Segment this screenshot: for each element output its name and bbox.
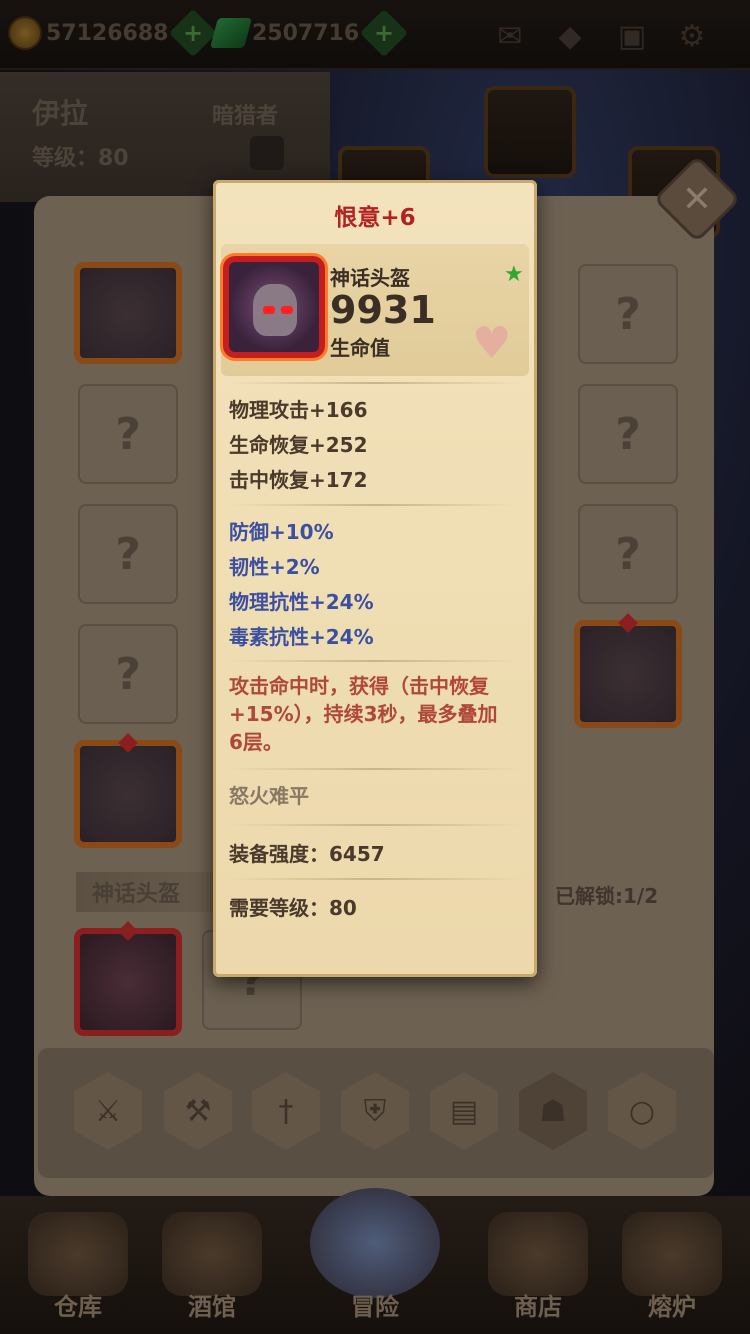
equipment-slot-iron-helmet[interactable] [74, 733, 182, 848]
divider [229, 768, 521, 770]
nav-warehouse[interactable]: 仓库 [18, 1212, 138, 1330]
empty-slot[interactable]: ? [78, 384, 178, 484]
mythic-helmet-icon [223, 256, 325, 358]
nav-label: 酒馆 [188, 1293, 236, 1321]
bonus-stat: 毒素抗性+24% [229, 625, 374, 649]
item-main-value: 9931 [330, 288, 436, 332]
effect-line: 攻击命中时，获得（击中恢复 [229, 674, 489, 698]
nav-label: 仓库 [54, 1293, 102, 1321]
divider [229, 382, 521, 384]
nav-adventure[interactable]: 冒险 [290, 1188, 460, 1334]
nav-label: 商店 [514, 1293, 562, 1321]
adventure-icon [310, 1188, 440, 1298]
eye-glow [281, 306, 293, 314]
tavern-icon [162, 1212, 262, 1296]
base-stat: 击中恢复+172 [229, 468, 368, 492]
shop-icon [488, 1212, 588, 1296]
heart-icon: ♥ [472, 318, 512, 369]
divider [229, 504, 521, 506]
item-effect: 攻击命中时，获得（击中恢复 +15%），持续3秒，最多叠加 6层。 [229, 672, 525, 756]
divider [229, 824, 521, 826]
effect-line: +15%），持续3秒，最多叠加 [229, 702, 498, 726]
bonus-stat: 物理抗性+24% [229, 590, 374, 614]
bonus-stat: 防御+10% [229, 520, 334, 544]
unlock-count: 已解锁:1/2 [555, 884, 659, 908]
item-flavor-text: 怒火难平 [229, 784, 309, 808]
nav-forge[interactable]: 熔炉 [612, 1212, 732, 1330]
equipment-slot-wizard-hat[interactable] [574, 613, 682, 728]
equipment-slot-horned-helmet[interactable] [74, 262, 182, 364]
star-icon: ★ [504, 262, 524, 287]
divider [229, 660, 521, 662]
nav-label: 冒险 [351, 1293, 399, 1321]
nav-tavern[interactable]: 酒馆 [152, 1212, 272, 1330]
forge-icon [622, 1212, 722, 1296]
required-level: 需要等级：80 [229, 896, 357, 920]
empty-slot[interactable]: ? [78, 504, 178, 604]
empty-slot[interactable]: ? [578, 504, 678, 604]
nav-label: 熔炉 [648, 1293, 696, 1321]
item-main-stat: 生命值 [330, 336, 390, 360]
close-icon: ✕ [681, 178, 713, 220]
gear-score: 装备强度：6457 [229, 842, 385, 866]
divider [229, 878, 521, 880]
warehouse-icon [28, 1212, 128, 1296]
item-title: 恨意+6 [334, 205, 416, 231]
empty-slot[interactable]: ? [578, 264, 678, 364]
base-stat: 生命恢复+252 [229, 433, 368, 457]
eye-glow [263, 306, 275, 314]
nav-shop[interactable]: 商店 [478, 1212, 598, 1330]
equipment-slot-mythic-helmet[interactable] [74, 921, 182, 1036]
item-type: 神话头盔 [330, 266, 410, 290]
bonus-stat: 韧性+2% [229, 555, 320, 579]
base-stat: 物理攻击+166 [229, 398, 368, 422]
empty-slot[interactable]: ? [78, 624, 178, 724]
effect-line: 6层。 [229, 730, 283, 754]
empty-slot[interactable]: ? [578, 384, 678, 484]
